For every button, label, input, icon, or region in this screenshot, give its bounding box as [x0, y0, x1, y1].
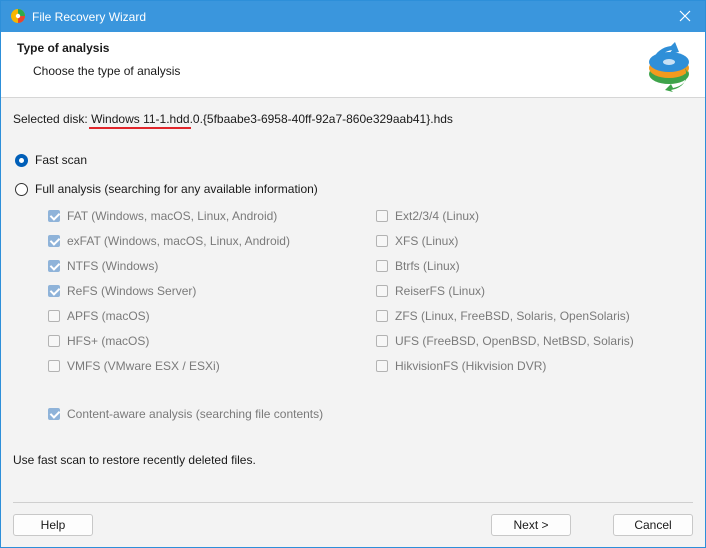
- fs-checkbox-hfsplus[interactable]: HFS+ (macOS): [48, 334, 149, 348]
- checkbox-box: [48, 335, 60, 347]
- checkbox-box: [48, 260, 60, 272]
- radio-indicator: [15, 182, 28, 196]
- wizard-header: Type of analysis Choose the type of anal…: [1, 32, 705, 98]
- fs-label: ReFS (Windows Server): [67, 284, 197, 298]
- checkbox-box: [48, 285, 60, 297]
- scan-hint-text: Use fast scan to restore recently delete…: [13, 453, 256, 467]
- header-title: Type of analysis: [17, 41, 110, 55]
- full-analysis-label: Full analysis (searching for any availab…: [35, 182, 318, 196]
- fs-checkbox-ext[interactable]: Ext2/3/4 (Linux): [376, 209, 479, 223]
- full-analysis-radio[interactable]: Full analysis (searching for any availab…: [15, 182, 318, 196]
- fast-scan-label: Fast scan: [35, 153, 88, 167]
- fs-label: HFS+ (macOS): [67, 334, 150, 348]
- disk-recovery-logo-icon: [649, 42, 689, 92]
- fs-label: NTFS (Windows): [67, 259, 159, 273]
- fs-label: UFS (FreeBSD, OpenBSD, NetBSD, Solaris): [395, 334, 634, 348]
- checkbox-box: [48, 360, 60, 372]
- fs-checkbox-hikvisionfs[interactable]: HikvisionFS (Hikvision DVR): [376, 359, 546, 373]
- fs-label: HikvisionFS (Hikvision DVR): [395, 359, 547, 373]
- content-aware-label: Content-aware analysis (searching file c…: [67, 407, 324, 421]
- fs-checkbox-refs[interactable]: ReFS (Windows Server): [48, 284, 196, 298]
- radio-selected-indicator: [15, 153, 28, 167]
- checkbox-box: [376, 285, 388, 297]
- checkbox-box: [376, 310, 388, 322]
- close-icon: [679, 10, 691, 22]
- fs-label: Ext2/3/4 (Linux): [395, 209, 480, 223]
- checkbox-box: [376, 235, 388, 247]
- checkbox-box: [376, 260, 388, 272]
- fs-label: ReiserFS (Linux): [395, 284, 486, 298]
- footer-divider: [13, 502, 693, 503]
- fs-label: exFAT (Windows, macOS, Linux, Android): [67, 234, 290, 248]
- title-bar: File Recovery Wizard: [1, 1, 705, 32]
- fs-checkbox-apfs[interactable]: APFS (macOS): [48, 309, 150, 323]
- fast-scan-radio[interactable]: Fast scan: [15, 153, 87, 167]
- fs-checkbox-fat[interactable]: FAT (Windows, macOS, Linux, Android): [48, 209, 277, 223]
- checkbox-box: [48, 408, 60, 420]
- checkbox-box: [48, 210, 60, 222]
- next-button[interactable]: Next >: [491, 514, 571, 536]
- fs-label: VMFS (VMware ESX / ESXi): [67, 359, 220, 373]
- checkbox-box: [48, 235, 60, 247]
- fs-label: Btrfs (Linux): [395, 259, 460, 273]
- fs-checkbox-exfat[interactable]: exFAT (Windows, macOS, Linux, Android): [48, 234, 290, 248]
- checkbox-box: [376, 335, 388, 347]
- fs-label: FAT (Windows, macOS, Linux, Android): [67, 209, 278, 223]
- help-button[interactable]: Help: [13, 514, 93, 536]
- checkbox-box: [376, 210, 388, 222]
- close-button[interactable]: [671, 4, 699, 28]
- selected-disk-suffix: .0.{5fbaabe3-6958-40ff-92a7-860e329aab41…: [189, 112, 453, 126]
- fs-checkbox-reiserfs[interactable]: ReiserFS (Linux): [376, 284, 485, 298]
- fs-checkbox-xfs[interactable]: XFS (Linux): [376, 234, 458, 248]
- content-aware-checkbox[interactable]: Content-aware analysis (searching file c…: [48, 407, 323, 421]
- fs-label: XFS (Linux): [395, 234, 459, 248]
- app-icon: [11, 9, 25, 23]
- fs-label: APFS (macOS): [67, 309, 150, 323]
- fs-checkbox-ufs[interactable]: UFS (FreeBSD, OpenBSD, NetBSD, Solaris): [376, 334, 634, 348]
- checkbox-box: [48, 310, 60, 322]
- fs-checkbox-ntfs[interactable]: NTFS (Windows): [48, 259, 158, 273]
- checkbox-box: [376, 360, 388, 372]
- fs-label: ZFS (Linux, FreeBSD, Solaris, OpenSolari…: [395, 309, 630, 323]
- selected-disk-name: Windows 11-1.hdd: [91, 112, 190, 126]
- fs-checkbox-btrfs[interactable]: Btrfs (Linux): [376, 259, 460, 273]
- header-subtitle: Choose the type of analysis: [33, 64, 181, 78]
- fs-checkbox-zfs[interactable]: ZFS (Linux, FreeBSD, Solaris, OpenSolari…: [376, 309, 630, 323]
- window-title: File Recovery Wizard: [32, 10, 147, 24]
- cancel-button[interactable]: Cancel: [613, 514, 693, 536]
- file-recovery-wizard-window: File Recovery Wizard Type of analysis Ch…: [0, 0, 706, 548]
- fs-checkbox-vmfs[interactable]: VMFS (VMware ESX / ESXi): [48, 359, 220, 373]
- selected-disk-line: Selected disk: Windows 11-1.hdd.0.{5fbaa…: [13, 112, 453, 126]
- selected-disk-label: Selected disk:: [13, 112, 88, 126]
